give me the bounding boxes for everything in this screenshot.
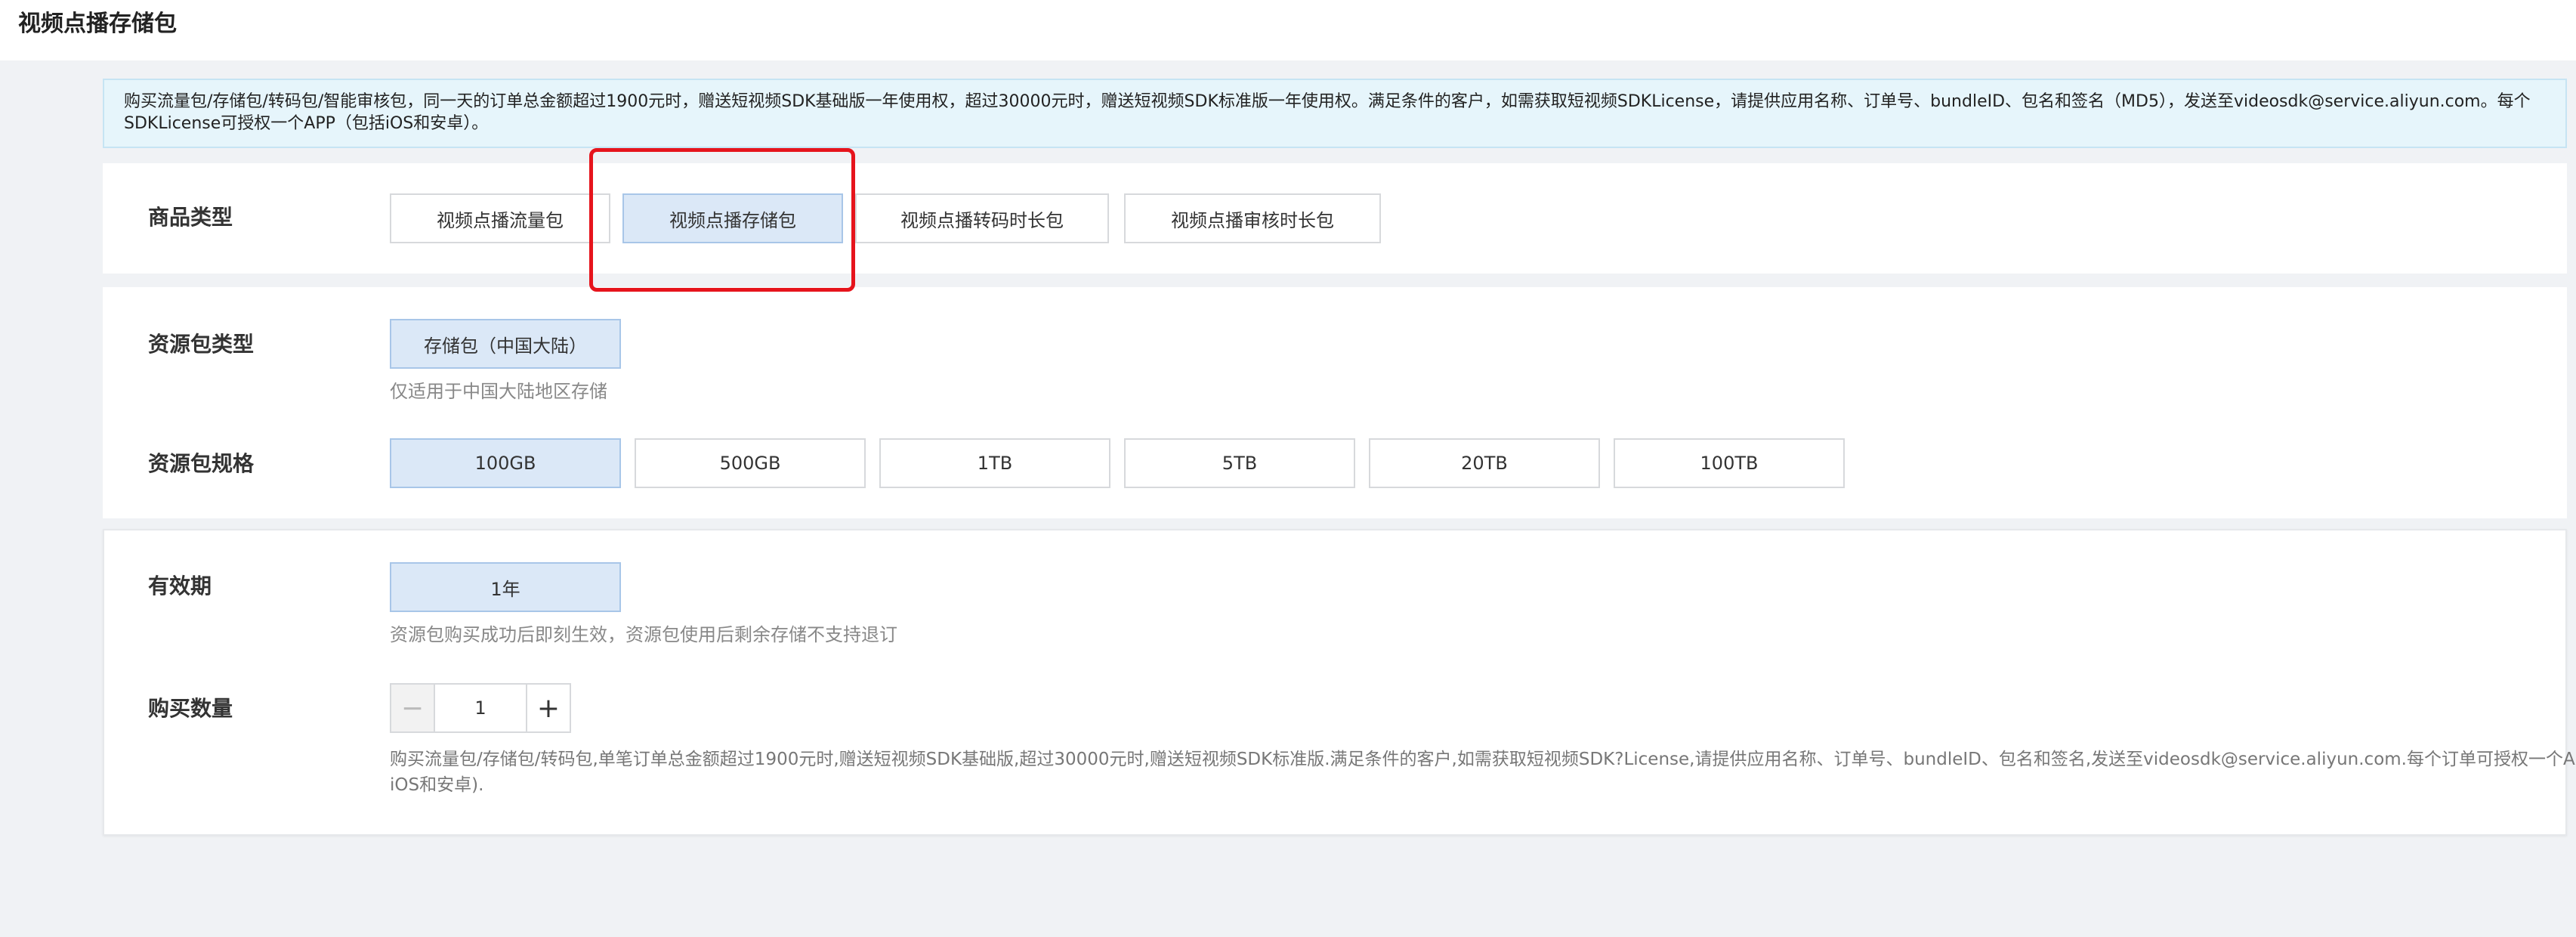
- package-config-section: 资源包类型 存储包（中国大陆） 仅适用于中国大陆地区存储 资源包规格 100GB…: [103, 287, 2567, 518]
- spec-option-100gb[interactable]: 100GB: [390, 438, 621, 488]
- quantity-decrease-button[interactable]: −: [391, 685, 435, 731]
- validity-hint: 资源包购买成功后即刻生效，资源包使用后剩余存储不支持退订: [390, 624, 897, 645]
- quantity-increase-button[interactable]: +: [526, 685, 570, 731]
- product-type-section: 商品类型 视频点播流量包 视频点播存储包 视频点播转码时长包 视频点播审核时长包: [103, 163, 2567, 274]
- spec-option-5tb[interactable]: 5TB: [1124, 438, 1355, 488]
- validity-label: 有效期: [148, 574, 212, 598]
- quantity-label: 购买数量: [148, 696, 233, 721]
- quantity-stepper: − +: [390, 683, 571, 733]
- quantity-promotion-description: 购买流量包/存储包/转码包,单笔订单总金额超过1900元时,赠送短视频SDK基础…: [390, 750, 2576, 795]
- validity-option-1-year[interactable]: 1年: [390, 562, 621, 612]
- option-vod-transcode-package[interactable]: 视频点播转码时长包: [855, 193, 1109, 243]
- spec-option-500gb[interactable]: 500GB: [635, 438, 866, 488]
- product-type-label: 商品类型: [148, 205, 233, 230]
- option-vod-storage-package[interactable]: 视频点播存储包: [622, 193, 843, 243]
- top-bar: 视频点播存储包: [0, 0, 2576, 60]
- package-type-hint: 仅适用于中国大陆地区存储: [390, 381, 607, 402]
- option-storage-mainland-china[interactable]: 存储包（中国大陆）: [390, 319, 621, 369]
- spec-option-20tb[interactable]: 20TB: [1369, 438, 1600, 488]
- spec-option-100tb[interactable]: 100TB: [1614, 438, 1845, 488]
- spec-option-1tb[interactable]: 1TB: [879, 438, 1110, 488]
- package-spec-label: 资源包规格: [148, 451, 255, 476]
- option-vod-traffic-package[interactable]: 视频点播流量包: [390, 193, 610, 243]
- promotion-notice: 购买流量包/存储包/转码包/智能审核包，同一天的订单总金额超过1900元时，赠送…: [103, 79, 2567, 148]
- quantity-input[interactable]: [435, 685, 526, 731]
- page-title: 视频点播存储包: [18, 11, 177, 37]
- package-type-label: 资源包类型: [148, 332, 255, 357]
- option-vod-review-package[interactable]: 视频点播审核时长包: [1124, 193, 1381, 243]
- purchase-section: 有效期 1年 资源包购买成功后即刻生效，资源包使用后剩余存储不支持退订 购买数量…: [103, 529, 2576, 836]
